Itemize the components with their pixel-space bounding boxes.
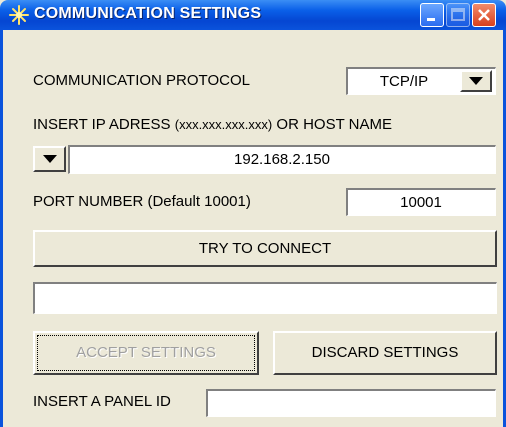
panel-id-label: INSERT A PANEL ID (33, 393, 171, 410)
maximize-button[interactable] (446, 3, 470, 27)
port-label: PORT NUMBER (Default 10001) (33, 193, 251, 210)
chevron-down-icon (42, 155, 57, 163)
try-to-connect-label: TRY TO CONNECT (198, 240, 332, 257)
status-field (33, 282, 497, 314)
window-border-left (0, 30, 3, 427)
protocol-label: COMMUNICATION PROTOCOL (33, 72, 250, 89)
sparkle-icon (9, 5, 29, 25)
accept-settings-button[interactable]: ACCEPT SETTINGS (33, 331, 259, 375)
minimize-button[interactable] (420, 3, 444, 27)
protocol-dropdown-button[interactable] (460, 70, 492, 92)
discard-settings-label: DISCARD SETTINGS (311, 344, 459, 361)
ip-format-hint: (xxx.xxx.xxx.xxx) (174, 117, 273, 132)
accept-settings-label: ACCEPT SETTINGS (76, 344, 216, 361)
ip-label-suffix: OR HOST NAME (276, 116, 392, 133)
ip-input[interactable]: 192.168.2.150 (68, 145, 496, 174)
close-button[interactable] (472, 3, 496, 27)
maximize-icon (451, 8, 465, 21)
ip-label-text: INSERT IP ADRESS (33, 116, 171, 133)
ip-value: 192.168.2.150 (234, 151, 330, 168)
chevron-down-icon (469, 77, 483, 85)
minimize-icon (427, 18, 435, 21)
title-bar[interactable]: COMMUNICATION SETTINGS (0, 0, 506, 30)
panel-id-input[interactable] (206, 389, 496, 417)
ip-label: INSERT IP ADRESS (xxx.xxx.xxx.xxx) OR HO… (33, 116, 392, 133)
try-to-connect-button[interactable]: TRY TO CONNECT (33, 230, 497, 267)
ip-dropdown-button[interactable] (33, 146, 66, 172)
window-title: COMMUNICATION SETTINGS (34, 5, 262, 22)
port-value: 10001 (400, 194, 442, 211)
protocol-select[interactable]: TCP/IP (346, 67, 496, 95)
protocol-value: TCP/IP (379, 73, 429, 90)
port-input[interactable]: 10001 (346, 188, 496, 216)
discard-settings-button[interactable]: DISCARD SETTINGS (273, 331, 497, 375)
close-icon (478, 9, 490, 21)
